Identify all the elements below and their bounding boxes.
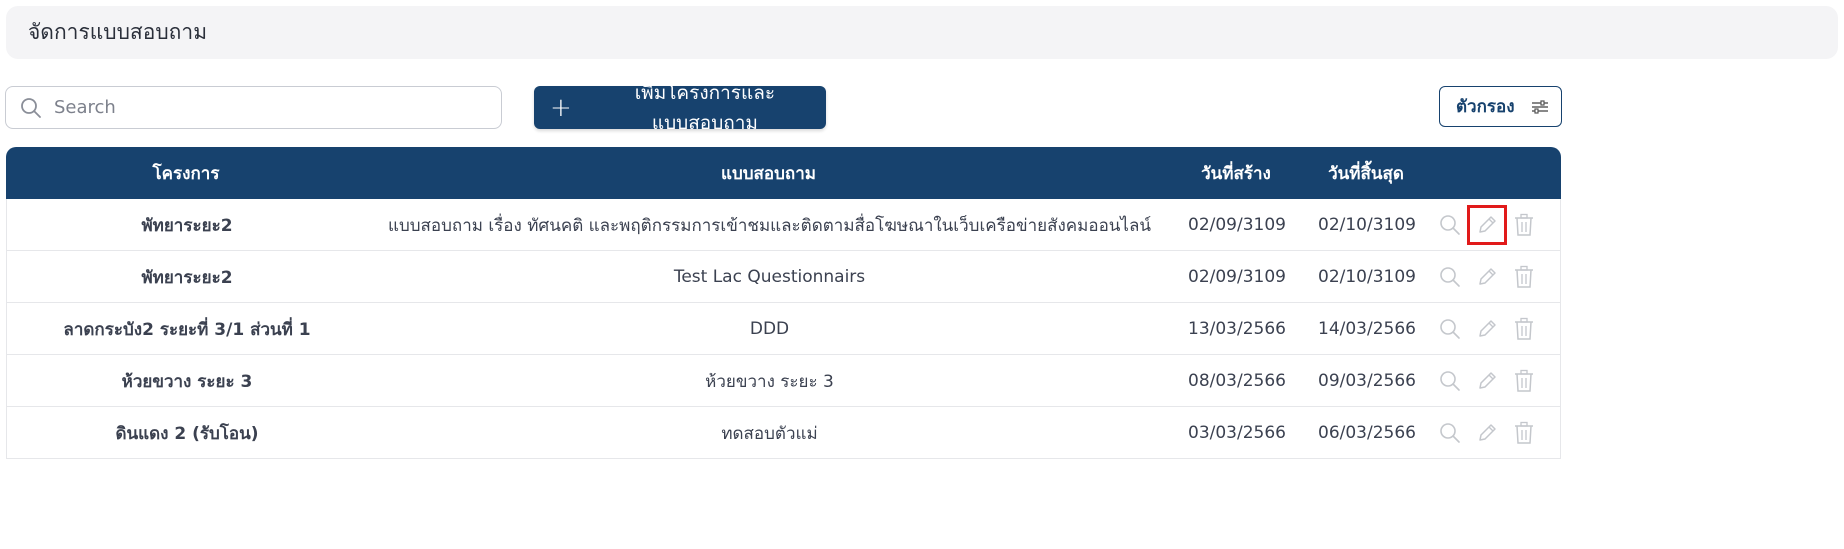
search-icon xyxy=(1440,215,1460,235)
search-icon xyxy=(1440,423,1460,443)
search-input[interactable] xyxy=(54,97,474,118)
page-title-bar: จัดการแบบสอบถาม xyxy=(6,6,1838,59)
filter-button-label: ตัวกรอง xyxy=(1456,97,1515,117)
table-row[interactable]: ห้วยขวาง ระยะ 3 ห้วยขวาง ระยะ 3 08/03/25… xyxy=(6,355,1561,407)
delete-button[interactable] xyxy=(1506,311,1542,347)
edit-button[interactable] xyxy=(1469,311,1505,347)
search-icon xyxy=(1440,319,1460,339)
project-cell: ลาดกระบัง2 ระยะที่ 3/1 ส่วนที่ 1 xyxy=(63,319,311,340)
table-body: พัทยาระยะ2 แบบสอบถาม เรื่อง ทัศนคติ และพ… xyxy=(6,199,1561,459)
created-date-cell: 08/03/2566 xyxy=(1188,371,1286,391)
created-date-cell: 02/09/3109 xyxy=(1188,215,1286,235)
search-box[interactable] xyxy=(5,86,502,129)
pencil-icon xyxy=(1479,320,1496,337)
created-date-cell: 03/03/2566 xyxy=(1188,423,1286,443)
filter-button[interactable]: ตัวกรอง xyxy=(1439,86,1562,127)
questionnaire-cell: Test Lac Questionnairs xyxy=(673,267,866,287)
row-actions xyxy=(1432,199,1561,251)
project-cell: พัทยาระยะ2 xyxy=(141,215,233,236)
trash-icon xyxy=(1515,369,1533,392)
end-date-cell: 09/03/2566 xyxy=(1318,371,1416,391)
view-button[interactable] xyxy=(1432,363,1468,399)
trash-icon xyxy=(1515,421,1533,444)
delete-button[interactable] xyxy=(1506,415,1542,451)
row-actions xyxy=(1432,355,1561,407)
project-cell: ห้วยขวาง ระยะ 3 xyxy=(121,371,253,392)
view-button[interactable] xyxy=(1432,415,1468,451)
search-icon xyxy=(1440,267,1460,287)
page-title: จัดการแบบสอบถาม xyxy=(28,20,208,44)
column-header-project[interactable]: โครงการ xyxy=(6,147,366,199)
view-button[interactable] xyxy=(1432,207,1468,243)
questionnaire-cell: ห้วยขวาง ระยะ 3 xyxy=(705,371,834,392)
edit-button[interactable] xyxy=(1469,259,1505,295)
questionnaire-cell: DDD xyxy=(749,319,790,339)
questionnaire-cell: ทดสอบตัวแม่ xyxy=(721,423,818,444)
search-icon xyxy=(21,97,41,118)
sliders-icon xyxy=(1531,99,1548,114)
delete-button[interactable] xyxy=(1506,259,1542,295)
pencil-icon xyxy=(1479,268,1496,285)
table-row[interactable]: ดินแดง 2 (รับโอน) ทดสอบตัวแม่ 03/03/2566… xyxy=(6,407,1561,459)
pencil-icon xyxy=(1479,216,1496,233)
project-cell: พัทยาระยะ2 xyxy=(141,267,233,288)
row-actions xyxy=(1432,251,1561,303)
created-date-cell: 02/09/3109 xyxy=(1188,267,1286,287)
end-date-cell: 06/03/2566 xyxy=(1318,423,1416,443)
pencil-icon xyxy=(1479,372,1496,389)
view-button[interactable] xyxy=(1432,259,1468,295)
column-header-end[interactable]: วันที่สิ้นสุด xyxy=(1301,147,1431,199)
pencil-icon xyxy=(1479,424,1496,441)
end-date-cell: 02/10/3109 xyxy=(1318,267,1416,287)
row-actions xyxy=(1432,303,1561,355)
edit-button[interactable] xyxy=(1469,363,1505,399)
add-project-questionnaire-button[interactable]: + เพิ่มโครงการและแบบสอบถาม xyxy=(534,82,826,134)
row-actions xyxy=(1432,407,1561,459)
project-cell: ดินแดง 2 (รับโอน) xyxy=(115,423,259,444)
edit-button[interactable] xyxy=(1469,415,1505,451)
created-date-cell: 13/03/2566 xyxy=(1188,319,1286,339)
questionnaire-cell: แบบสอบถาม เรื่อง ทัศนคติ และพฤติกรรมการเ… xyxy=(388,215,1151,236)
table-row[interactable]: พัทยาระยะ2 แบบสอบถาม เรื่อง ทัศนคติ และพ… xyxy=(6,199,1561,251)
edit-button[interactable] xyxy=(1467,205,1507,245)
delete-button[interactable] xyxy=(1506,363,1542,399)
trash-icon xyxy=(1515,265,1533,288)
trash-icon xyxy=(1515,317,1533,340)
trash-icon xyxy=(1515,213,1533,236)
plus-icon: + xyxy=(550,92,572,123)
search-icon xyxy=(1440,371,1460,391)
table-header: โครงการ แบบสอบถาม วันที่สร้าง วันที่สิ้น… xyxy=(6,147,1561,199)
add-button-label: เพิ่มโครงการและแบบสอบถาม xyxy=(634,81,776,134)
delete-button[interactable] xyxy=(1506,207,1542,243)
table-row[interactable]: ลาดกระบัง2 ระยะที่ 3/1 ส่วนที่ 1 DDD 13/… xyxy=(6,303,1561,355)
questionnaire-table: โครงการ แบบสอบถาม วันที่สร้าง วันที่สิ้น… xyxy=(6,147,1561,549)
end-date-cell: 14/03/2566 xyxy=(1318,319,1416,339)
table-row[interactable]: พัทยาระยะ2 Test Lac Questionnairs 02/09/… xyxy=(6,251,1561,303)
column-header-questionnaire[interactable]: แบบสอบถาม xyxy=(366,147,1171,199)
column-header-created[interactable]: วันที่สร้าง xyxy=(1171,147,1301,199)
end-date-cell: 02/10/3109 xyxy=(1318,215,1416,235)
view-button[interactable] xyxy=(1432,311,1468,347)
